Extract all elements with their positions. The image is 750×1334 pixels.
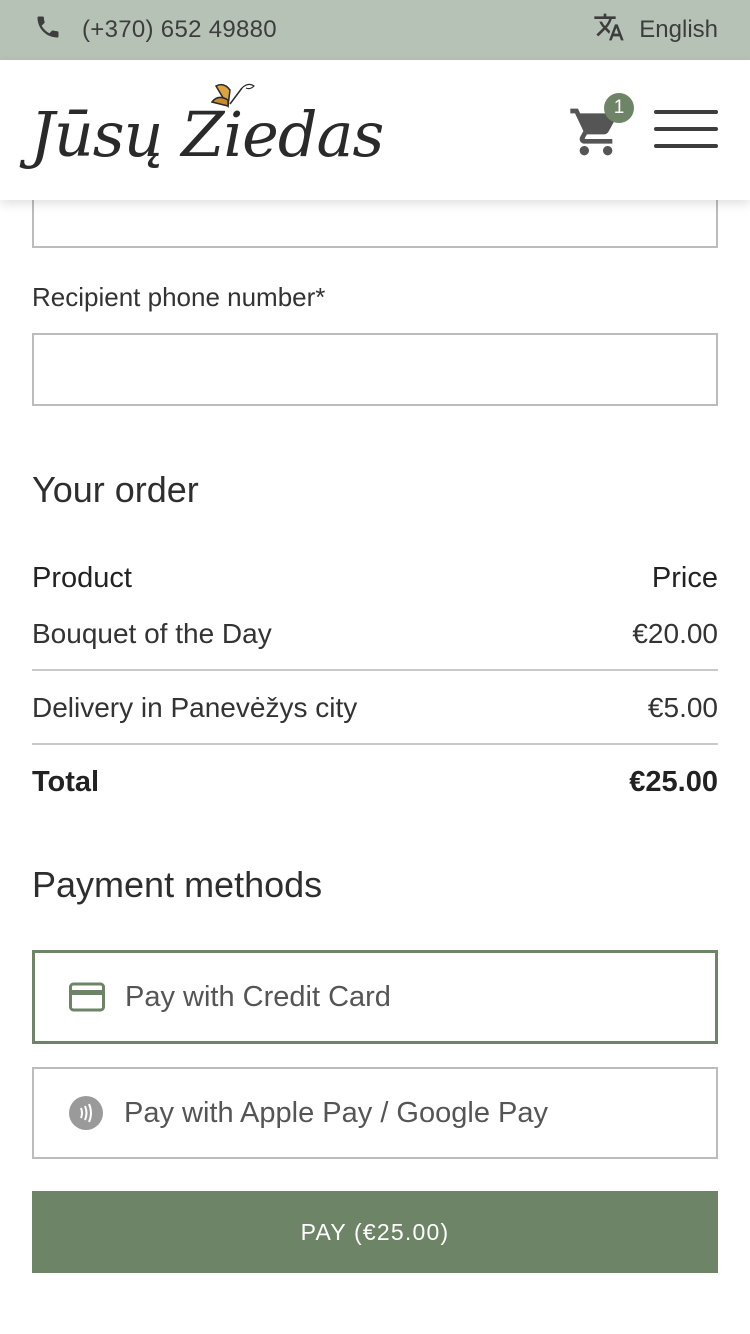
recipient-phone-input[interactable] bbox=[32, 333, 718, 406]
total-label: Total bbox=[32, 765, 100, 798]
menu-bar bbox=[654, 110, 718, 114]
order-item-price: €5.00 bbox=[647, 692, 718, 723]
menu-bar bbox=[654, 127, 718, 131]
order-item-name: Delivery in Panevėžys city bbox=[32, 692, 358, 723]
pay-option-label: Pay with Credit Card bbox=[125, 980, 391, 1013]
order-row: Bouquet of the Day €20.00 bbox=[32, 613, 718, 655]
phone-link[interactable]: (+370) 652 49880 bbox=[34, 13, 277, 48]
total-value: €25.00 bbox=[629, 765, 718, 798]
recipient-phone-label: Recipient phone number* bbox=[32, 282, 326, 312]
pay-option-label: Pay with Apple Pay / Google Pay bbox=[124, 1096, 548, 1129]
language-switcher[interactable]: English bbox=[593, 11, 718, 50]
order-total-row: Total €25.00 bbox=[32, 761, 718, 803]
pay-apple-google-option[interactable]: Pay with Apple Pay / Google Pay bbox=[32, 1067, 718, 1159]
order-item-name: Bouquet of the Day bbox=[32, 618, 272, 649]
column-header-product: Product bbox=[32, 561, 132, 594]
pay-button[interactable]: PAY (€25.00) bbox=[32, 1191, 718, 1273]
pay-credit-card-option[interactable]: Pay with Credit Card bbox=[32, 950, 718, 1044]
cart-count-badge: 1 bbox=[604, 93, 634, 123]
logo[interactable]: Jūsų Ziedas bbox=[30, 80, 384, 185]
hamburger-menu-icon[interactable] bbox=[654, 110, 718, 150]
menu-bar bbox=[654, 144, 718, 148]
credit-card-icon bbox=[69, 979, 105, 1015]
column-header-price: Price bbox=[651, 561, 718, 594]
top-bar: (+370) 652 49880 English bbox=[0, 0, 750, 60]
payment-methods-title: Payment methods bbox=[32, 864, 323, 905]
order-title: Your order bbox=[32, 469, 199, 510]
butterfly-icon bbox=[210, 83, 255, 109]
divider bbox=[32, 669, 718, 671]
order-row: Delivery in Panevėžys city €5.00 bbox=[32, 687, 718, 729]
contactless-icon bbox=[68, 1095, 104, 1131]
language-label: English bbox=[639, 16, 718, 43]
phone-icon bbox=[34, 13, 62, 48]
site-header: Jūsų Ziedas 1 bbox=[0, 60, 750, 200]
order-table-header: Product Price bbox=[32, 558, 718, 598]
divider bbox=[32, 743, 718, 745]
order-item-price: €20.00 bbox=[632, 618, 718, 649]
phone-number: (+370) 652 49880 bbox=[82, 16, 277, 43]
logo-text: Jūsų Ziedas bbox=[30, 98, 384, 171]
translate-icon bbox=[593, 11, 625, 50]
